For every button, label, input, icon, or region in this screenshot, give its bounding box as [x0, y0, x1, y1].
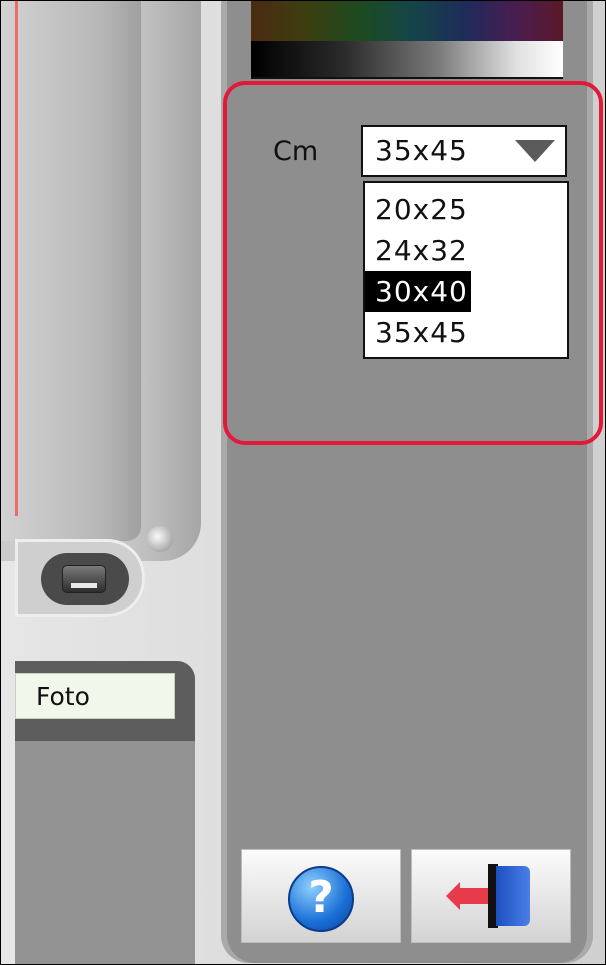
exit-arrow-shape: [446, 882, 488, 910]
left-panel-body: [15, 741, 195, 964]
left-panel: Foto: [15, 661, 195, 964]
exit-icon: [446, 864, 532, 928]
image-viewer-canvas: [1, 1, 141, 541]
size-dropdown-list: 20x25 24x32 30x40 35x45: [363, 181, 569, 359]
image-viewer: [1, 1, 201, 561]
scanner-button[interactable]: [15, 539, 145, 617]
app-frame: Foto Cm 35x45 20x25 24x32 30x40 35x45 ?: [0, 0, 606, 965]
left-panel-header: Foto: [15, 661, 195, 741]
brightness-gradient[interactable]: [251, 41, 563, 77]
tab-foto[interactable]: Foto: [15, 673, 175, 719]
help-button[interactable]: ?: [241, 849, 401, 943]
scanner-icon: [62, 565, 106, 593]
size-option[interactable]: 35x45: [365, 312, 567, 353]
help-icon: ?: [288, 866, 354, 932]
exit-button[interactable]: [411, 849, 571, 943]
size-option-highlighted[interactable]: 30x40: [365, 271, 471, 312]
exit-door-shape: [496, 866, 530, 926]
chevron-down-icon[interactable]: [515, 140, 555, 162]
size-option[interactable]: 24x32: [365, 230, 567, 271]
size-select-value: 35x45: [375, 134, 468, 167]
viewer-edge-marker: [15, 1, 18, 516]
size-select[interactable]: 35x45: [361, 125, 567, 177]
resize-grip-icon[interactable]: [147, 526, 173, 552]
size-unit-label: Cm: [273, 136, 319, 167]
size-option[interactable]: 20x25: [365, 189, 567, 230]
scanner-button-bezel: [41, 553, 129, 605]
